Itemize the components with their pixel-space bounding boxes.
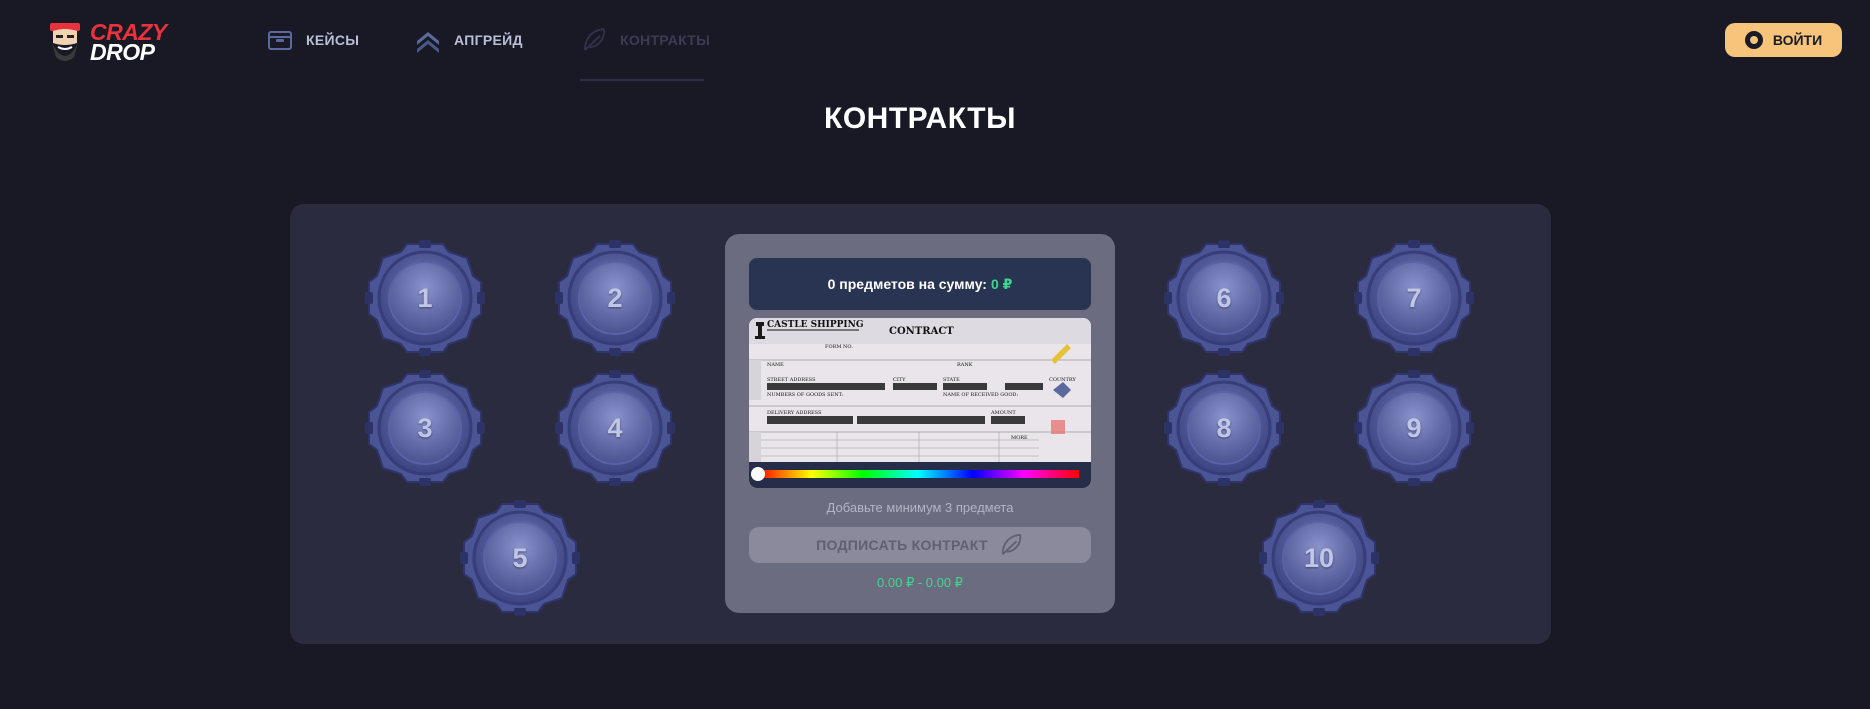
doc-country: COUNTRY bbox=[1049, 377, 1076, 383]
wallet-icon bbox=[268, 31, 292, 50]
nav-contracts[interactable]: КОНТРАКТЫ bbox=[580, 26, 710, 54]
nav-cases-label: КЕЙСЫ bbox=[306, 32, 360, 48]
header: CRAZY DROP КЕЙСЫ АПГРЕЙД КОНТРАКТЫ ВОЙТИ bbox=[0, 0, 1870, 81]
doc-delivery: DELIVERY ADDRESS bbox=[767, 410, 822, 416]
item-slot-7[interactable]: 7 bbox=[1352, 236, 1476, 360]
summary-price: 0 ₽ bbox=[990, 275, 1013, 292]
chevrons-up-icon bbox=[417, 32, 439, 53]
item-slot-number: 10 bbox=[1303, 542, 1335, 573]
login-button[interactable]: ВОЙТИ bbox=[1725, 23, 1842, 57]
doc-rank: RANK bbox=[957, 362, 973, 368]
logo-mascot-icon bbox=[46, 17, 84, 67]
doc-name: NAME bbox=[767, 362, 784, 368]
item-slot-8[interactable]: 8 bbox=[1162, 366, 1286, 490]
item-slot-5[interactable]: 5 bbox=[458, 496, 582, 620]
feather-icon bbox=[1001, 533, 1022, 555]
doc-company: CASTLE SHIPPING bbox=[767, 320, 864, 330]
doc-state: STATE bbox=[943, 377, 960, 383]
doc-received: NAME OF RECEIVED GOOD: bbox=[943, 392, 1018, 398]
item-slot-number: 5 bbox=[512, 542, 528, 573]
item-slot-1[interactable]: 1 bbox=[363, 236, 487, 360]
nav-contracts-label: КОНТРАКТЫ bbox=[620, 32, 711, 48]
price-range: 0.00 ₽ - 0.00 ₽ bbox=[877, 575, 963, 590]
nav-upgrade[interactable]: АПГРЕЙД bbox=[414, 26, 523, 54]
nav-upgrade-label: АПГРЕЙД bbox=[454, 32, 523, 48]
contract-document-image: CASTLE SHIPPING CONTRACT FORM NO. NAME R… bbox=[749, 318, 1091, 488]
item-slot-number: 4 bbox=[607, 412, 623, 443]
doc-form-no: FORM NO. bbox=[825, 344, 853, 350]
item-slot-number: 3 bbox=[417, 412, 433, 443]
item-slot-number: 8 bbox=[1216, 412, 1232, 443]
nav-active-underline bbox=[580, 79, 704, 81]
doc-more: MORE bbox=[1011, 435, 1028, 441]
contract-card: 0 предметов на сумму: 0 ₽ CASTLE SHIPPIN… bbox=[725, 234, 1115, 613]
login-label: ВОЙТИ bbox=[1772, 32, 1823, 48]
doc-city: CITY bbox=[893, 377, 906, 383]
item-slot-2[interactable]: 2 bbox=[553, 236, 677, 360]
page-title: КОНТРАКТЫ bbox=[824, 102, 1016, 135]
items-summary: 0 предметов на сумму: 0 ₽ bbox=[749, 258, 1091, 310]
doc-amount: AMOUNT bbox=[990, 410, 1016, 416]
steam-icon bbox=[1744, 31, 1763, 49]
item-slot-3[interactable]: 3 bbox=[363, 366, 487, 490]
item-slot-10[interactable]: 10 bbox=[1257, 496, 1381, 620]
item-slot-number: 7 bbox=[1406, 282, 1422, 313]
doc-goods-sent: NUMBERS OF GOODS SENT: bbox=[767, 392, 844, 398]
item-slot-number: 9 bbox=[1406, 412, 1422, 443]
item-slot-6[interactable]: 6 bbox=[1162, 236, 1286, 360]
logo-line-2: DROP bbox=[90, 39, 155, 65]
feather-icon bbox=[584, 28, 606, 51]
summary-text: 0 предметов на сумму: bbox=[827, 276, 987, 292]
sign-contract-button[interactable]: ПОДПИСАТЬ КОНТРАКТ bbox=[749, 527, 1091, 563]
doc-street: STREET ADDRESS bbox=[767, 377, 816, 383]
item-slot-number: 1 bbox=[417, 282, 433, 313]
item-slot-number: 2 bbox=[607, 282, 623, 313]
hue-slider-handle[interactable] bbox=[751, 467, 765, 481]
min-items-hint: Добавьте минимум 3 предмета bbox=[826, 500, 1014, 515]
nav-cases[interactable]: КЕЙСЫ bbox=[266, 26, 359, 54]
item-slot-4[interactable]: 4 bbox=[553, 366, 677, 490]
item-slot-number: 6 bbox=[1216, 282, 1232, 313]
item-slot-9[interactable]: 9 bbox=[1352, 366, 1476, 490]
sign-contract-label: ПОДПИСАТЬ КОНТРАКТ bbox=[816, 537, 988, 553]
doc-title: CONTRACT bbox=[889, 326, 954, 337]
logo[interactable]: CRAZY DROP bbox=[46, 16, 186, 68]
